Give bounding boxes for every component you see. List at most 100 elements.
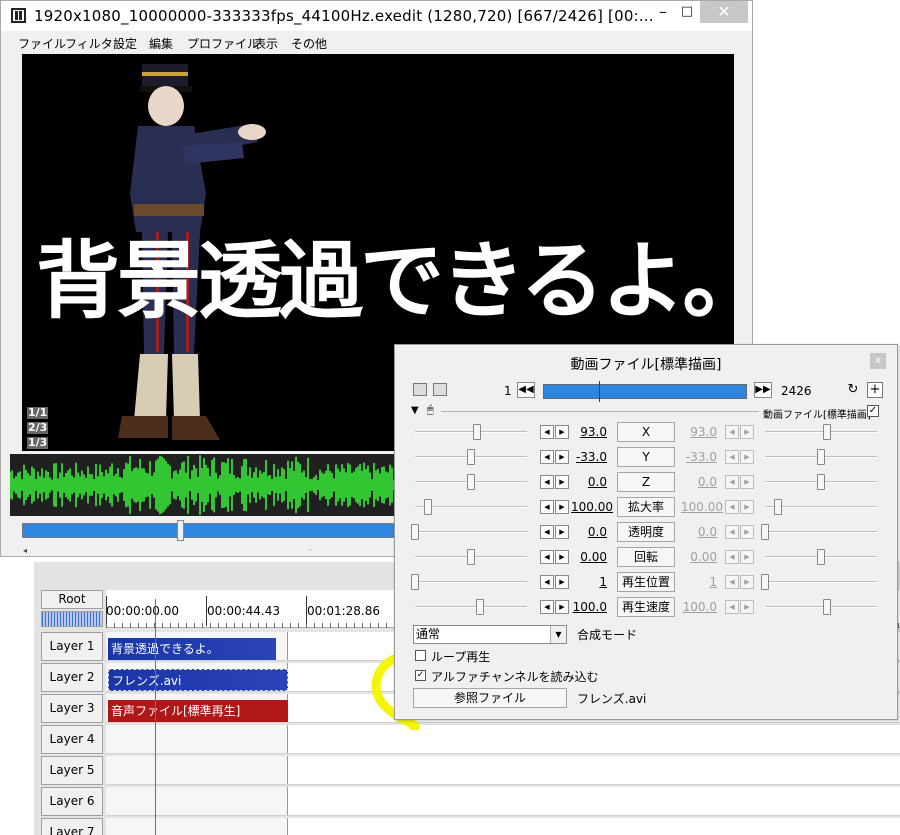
decrement-button[interactable]: ◀ [540,575,554,589]
decrement-button[interactable]: ◀ [725,425,739,439]
param-start-value[interactable]: 100.00 [571,500,613,514]
increment-button[interactable]: ▶ [555,500,569,514]
param-start-thumb[interactable] [411,574,419,590]
param-end-slider[interactable] [765,431,877,433]
reference-file-button[interactable]: 参照ファイル [413,688,567,708]
param-start-slider[interactable] [415,606,527,608]
layer-button-2[interactable]: Layer 2 [41,663,103,692]
grid-icon[interactable] [433,383,447,396]
param-start-value[interactable]: 0.0 [571,525,607,539]
increment-button[interactable]: ▶ [555,575,569,589]
param-mode-button[interactable]: 拡大率 [617,497,675,517]
param-start-slider[interactable] [415,431,527,433]
layer-row[interactable] [106,818,900,835]
param-end-thumb[interactable] [823,599,831,615]
param-mode-button[interactable]: 回転 [617,547,675,567]
decrement-button[interactable]: ◀ [540,550,554,564]
increment-button[interactable]: ▶ [555,600,569,614]
param-start-value[interactable]: 0.00 [571,550,607,564]
loop-icon[interactable]: ↻ [845,382,861,398]
param-end-value[interactable]: 93.0 [681,425,717,439]
param-end-value[interactable]: 100.00 [681,500,723,514]
audio-clip[interactable]: 音声ファイル[標準再生] [108,700,288,722]
seek-bar[interactable] [22,523,402,538]
increment-button[interactable]: ▶ [555,425,569,439]
param-end-thumb[interactable] [817,449,825,465]
param-start-value[interactable]: 1 [571,575,607,589]
menu-edit[interactable]: 編集 [149,35,173,52]
param-start-thumb[interactable] [467,549,475,565]
decrement-button[interactable]: ◀ [540,600,554,614]
decrement-button[interactable]: ◀ [725,600,739,614]
increment-button[interactable]: ▶ [740,450,754,464]
increment-button[interactable]: ▶ [740,600,754,614]
param-end-slider[interactable] [765,606,877,608]
param-start-thumb[interactable] [467,474,475,490]
param-end-value[interactable]: 0.0 [681,475,717,489]
param-end-thumb[interactable] [823,424,831,440]
text-clip[interactable]: 背景透過できるよ。 [108,638,276,660]
root-button[interactable]: Root [41,590,103,609]
increment-button[interactable]: ▶ [740,575,754,589]
layer-row[interactable] [106,787,900,816]
layer-button-3[interactable]: Layer 3 [41,694,103,723]
layer-row[interactable] [106,725,900,754]
param-end-thumb[interactable] [774,499,782,515]
param-start-value[interactable]: 0.0 [571,475,607,489]
param-end-value[interactable]: 1 [681,575,717,589]
layer-button-5[interactable]: Layer 5 [41,756,103,785]
param-end-thumb[interactable] [761,524,769,540]
param-start-slider[interactable] [415,531,527,533]
decrement-button[interactable]: ◀ [540,500,554,514]
param-mode-button[interactable]: X [617,422,675,442]
param-start-slider[interactable] [415,581,527,583]
decrement-button[interactable]: ◀ [725,475,739,489]
param-mode-button[interactable]: 再生位置 [617,572,675,592]
param-end-slider[interactable] [765,531,877,533]
menu-view[interactable]: 表示 [254,35,278,52]
param-start-value[interactable]: 93.0 [571,425,607,439]
menu-file[interactable]: ファイル [18,35,66,52]
close-button[interactable]: ✕ [700,1,748,23]
increment-button[interactable]: ▶ [555,475,569,489]
playhead[interactable] [155,599,156,835]
param-end-value[interactable]: 0.00 [681,550,717,564]
decrement-button[interactable]: ◀ [540,450,554,464]
decrement-button[interactable]: ◀ [725,550,739,564]
decrement-button[interactable]: ◀ [725,450,739,464]
menu-settings[interactable]: 設定 [113,35,137,52]
loop-checkbox[interactable] [415,650,426,661]
param-mode-button[interactable]: 再生速度 [617,597,675,617]
increment-button[interactable]: ▶ [740,525,754,539]
dialog-frame-track[interactable] [543,384,747,399]
layer-button-7[interactable]: Layer 7 [41,818,103,835]
increment-button[interactable]: ▶ [555,450,569,464]
param-start-thumb[interactable] [424,499,432,515]
param-end-value[interactable]: 100.0 [681,600,717,614]
object-enable-checkbox[interactable]: ✓ [867,405,879,417]
increment-button[interactable]: ▶ [740,475,754,489]
param-end-slider[interactable] [765,581,877,583]
increment-button[interactable]: ▶ [740,425,754,439]
layer-button-6[interactable]: Layer 6 [41,787,103,816]
add-filter-icon[interactable]: + [867,382,883,398]
increment-button[interactable]: ▶ [740,550,754,564]
param-end-thumb[interactable] [761,574,769,590]
camera-icon[interactable] [413,383,427,396]
param-start-value[interactable]: -33.0 [571,450,607,464]
alpha-checkbox[interactable]: ✓ [415,670,426,681]
dialog-close-button[interactable]: x [870,353,886,369]
layer-button-4[interactable]: Layer 4 [41,725,103,754]
layer-row[interactable] [106,756,900,785]
menu-profile[interactable]: プロファイル [187,35,259,52]
menu-filter[interactable]: フィルタ [65,35,113,52]
param-start-value[interactable]: 100.0 [571,600,607,614]
layer-button-1[interactable]: Layer 1 [41,632,103,661]
param-mode-button[interactable]: Y [617,447,675,467]
zoom-strip[interactable] [41,611,103,627]
decrement-button[interactable]: ◀ [725,500,739,514]
decrement-button[interactable]: ◀ [725,525,739,539]
param-end-thumb[interactable] [817,474,825,490]
param-start-thumb[interactable] [467,449,475,465]
seek-thumb[interactable] [177,520,184,541]
